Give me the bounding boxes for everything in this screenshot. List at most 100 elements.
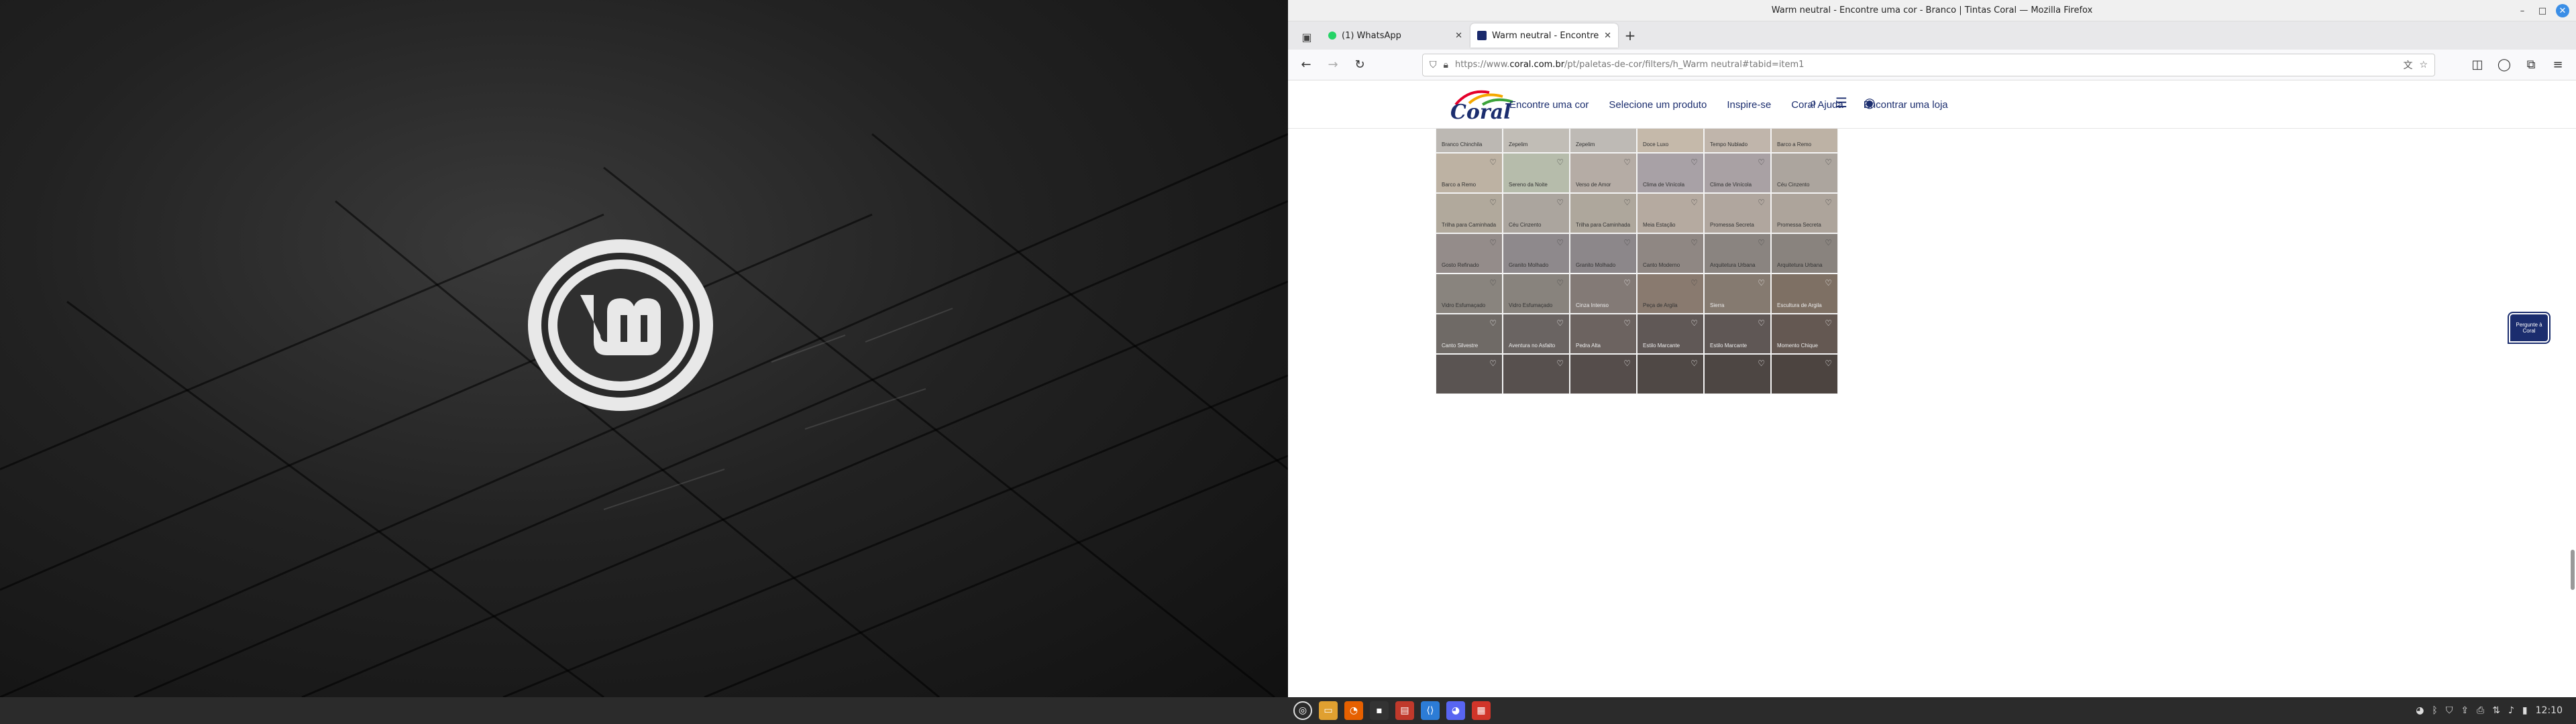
user-icon[interactable]: ◉ <box>1861 94 1878 111</box>
account-icon[interactable]: ◯ <box>2493 54 2516 76</box>
tab-coral[interactable]: Warm neutral - Encontre uma cor ✕ <box>1470 23 1618 48</box>
firefox-view-icon[interactable]: ▣ <box>1293 24 1320 50</box>
color-swatch[interactable]: ♡ Promessa Secreta <box>1771 193 1838 233</box>
shield-tray-icon[interactable]: ⛉ <box>2446 705 2453 716</box>
color-swatch[interactable]: ♡ <box>1637 354 1704 394</box>
favorite-heart-icon[interactable]: ♡ <box>1556 238 1564 247</box>
pocket-icon[interactable]: ◫ <box>2466 54 2489 76</box>
nav-inspire-se[interactable]: Inspire-se <box>1727 99 1771 111</box>
color-swatch[interactable]: ♡ Granito Molhado <box>1570 233 1637 274</box>
maximize-button[interactable]: □ <box>2536 4 2549 17</box>
menu-icon[interactable]: ≡ <box>2546 54 2569 76</box>
color-swatch[interactable]: ♡ Peça de Argila <box>1637 274 1704 314</box>
favorite-heart-icon[interactable]: ♡ <box>1758 278 1765 288</box>
nav-encontre-uma-cor[interactable]: Encontre uma cor <box>1509 99 1589 111</box>
favorite-heart-icon[interactable]: ♡ <box>1489 198 1497 207</box>
color-swatch[interactable]: ♡ Sereno da Noite <box>1503 153 1570 193</box>
favorite-heart-icon[interactable]: ♡ <box>1690 278 1698 288</box>
lock-icon[interactable]: 🔒︎ <box>1444 60 1448 70</box>
favorite-heart-icon[interactable]: ♡ <box>1825 238 1832 247</box>
close-window-button[interactable]: ✕ <box>2556 4 2569 17</box>
favorite-heart-icon[interactable]: ♡ <box>1690 158 1698 167</box>
favorite-heart-icon[interactable]: ♡ <box>1489 238 1497 247</box>
bookmark-star-icon[interactable]: ☆ <box>2419 60 2428 70</box>
color-swatch[interactable]: ♡ Verso de Amor <box>1570 153 1637 193</box>
files-icon[interactable]: ▭ <box>1319 701 1338 720</box>
color-swatch[interactable]: ♡ Clima de Vinícola <box>1704 153 1771 193</box>
back-button[interactable]: ← <box>1295 54 1318 76</box>
translate-icon[interactable]: 文 <box>2403 58 2412 72</box>
shield-icon[interactable]: ⛉ <box>1430 60 1437 70</box>
new-tab-button[interactable]: + <box>1619 23 1641 48</box>
favorite-heart-icon[interactable]: ♡ <box>1556 158 1564 167</box>
terminal-icon[interactable]: ▪ <box>1370 701 1389 720</box>
extensions-icon[interactable]: ⧉ <box>2520 54 2542 76</box>
color-swatch[interactable]: ♡ Canto Silvestre <box>1436 314 1503 354</box>
favorite-heart-icon[interactable]: ♡ <box>1690 318 1698 328</box>
vscode-icon[interactable]: ⟨⟩ <box>1421 701 1440 720</box>
color-swatch[interactable]: ♡ Promessa Secreta <box>1704 193 1771 233</box>
volume-icon[interactable]: ♪ <box>2508 705 2514 716</box>
color-swatch[interactable]: ♡ Trilha para Caminhada <box>1436 193 1503 233</box>
color-swatch[interactable]: ♡ Meia Estação <box>1637 193 1704 233</box>
favorite-heart-icon[interactable]: ♡ <box>1690 238 1698 247</box>
network-icon[interactable]: ⇅ <box>2492 705 2500 716</box>
favorite-heart-icon[interactable]: ♡ <box>1758 198 1765 207</box>
update-icon[interactable]: ⇪ <box>2461 705 2469 716</box>
favorite-heart-icon[interactable]: ♡ <box>1489 318 1497 328</box>
favorite-heart-icon[interactable]: ♡ <box>1489 278 1497 288</box>
favorite-heart-icon[interactable]: ♡ <box>1758 359 1765 368</box>
color-swatch[interactable]: ♡ Céu Cinzento <box>1503 193 1570 233</box>
favorite-heart-icon[interactable]: ♡ <box>1623 198 1631 207</box>
firefox-icon[interactable]: ◔ <box>1344 701 1363 720</box>
favorite-heart-icon[interactable]: ♡ <box>1825 158 1832 167</box>
nav-selecione-um-produto[interactable]: Selecione um produto <box>1609 99 1707 111</box>
favorite-heart-icon[interactable]: ♡ <box>1623 158 1631 167</box>
scrollbar-thumb[interactable] <box>2571 550 2575 590</box>
favorite-heart-icon[interactable]: ♡ <box>1623 238 1631 247</box>
favorite-heart-icon[interactable]: ♡ <box>1825 198 1832 207</box>
favorite-heart-icon[interactable]: ♡ <box>1825 318 1832 328</box>
battery-icon[interactable]: ▮ <box>2522 705 2528 716</box>
minimize-button[interactable]: – <box>2516 4 2529 17</box>
favorite-heart-icon[interactable]: ♡ <box>1489 158 1497 167</box>
favorite-heart-icon[interactable]: ♡ <box>1623 278 1631 288</box>
color-swatch[interactable]: ♡ Vidro Esfumaçado <box>1503 274 1570 314</box>
color-swatch[interactable]: ♡ Canto Moderno <box>1637 233 1704 274</box>
color-swatch[interactable]: ♡ Pedra Alta <box>1570 314 1637 354</box>
color-swatch[interactable]: ♡ Estilo Marcante <box>1637 314 1704 354</box>
favorite-heart-icon[interactable]: ♡ <box>1623 318 1631 328</box>
favorite-heart-icon[interactable]: ♡ <box>1758 158 1765 167</box>
color-swatch[interactable]: ♡ <box>1570 354 1637 394</box>
favorite-heart-icon[interactable]: ♡ <box>1825 359 1832 368</box>
favorite-heart-icon[interactable]: ♡ <box>1690 198 1698 207</box>
color-swatch[interactable]: ♡ Sierra <box>1704 274 1771 314</box>
favorite-heart-icon[interactable]: ♡ <box>1556 278 1564 288</box>
color-swatch[interactable]: ♡ Arquitetura Urbana <box>1704 233 1771 274</box>
color-swatch[interactable]: ♡ Granito Molhado <box>1503 233 1570 274</box>
color-swatch[interactable]: ♡ Arquitetura Urbana <box>1771 233 1838 274</box>
close-tab-icon[interactable]: ✕ <box>1604 31 1611 41</box>
favorite-heart-icon[interactable]: ♡ <box>1489 359 1497 368</box>
color-swatch[interactable]: ♡ Escultura de Argila <box>1771 274 1838 314</box>
close-tab-icon[interactable]: ✕ <box>1455 31 1462 41</box>
color-swatch[interactable]: ♡ <box>1503 354 1570 394</box>
color-swatch[interactable]: ♡ Momento Chique <box>1771 314 1838 354</box>
coral-logo[interactable]: Coral <box>1449 87 1516 124</box>
color-swatch[interactable]: ♡ Trilha para Caminhada <box>1570 193 1637 233</box>
color-swatch[interactable]: ♡ <box>1436 354 1503 394</box>
color-swatch[interactable]: ♡ <box>1704 354 1771 394</box>
printer-icon[interactable]: ⎙ <box>2477 705 2484 716</box>
favorite-heart-icon[interactable]: ♡ <box>1623 359 1631 368</box>
clock[interactable]: 12:10 <box>2536 705 2563 716</box>
favorite-heart-icon[interactable]: ♡ <box>1758 238 1765 247</box>
discord-tray-icon[interactable]: ◕ <box>2416 705 2424 716</box>
favorite-heart-icon[interactable]: ♡ <box>1758 318 1765 328</box>
forward-button[interactable]: → <box>1322 54 1344 76</box>
favorite-heart-icon[interactable]: ♡ <box>1556 359 1564 368</box>
color-swatch[interactable]: ♡ Barco a Remo <box>1436 153 1503 193</box>
discord-icon[interactable]: ◕ <box>1446 701 1465 720</box>
color-swatch[interactable]: ♡ Estilo Marcante <box>1704 314 1771 354</box>
url-bar[interactable]: ⛉ 🔒︎ https://www.coral.com.br/pt/paletas… <box>1422 53 2435 76</box>
color-swatch[interactable]: ♡ <box>1771 354 1838 394</box>
